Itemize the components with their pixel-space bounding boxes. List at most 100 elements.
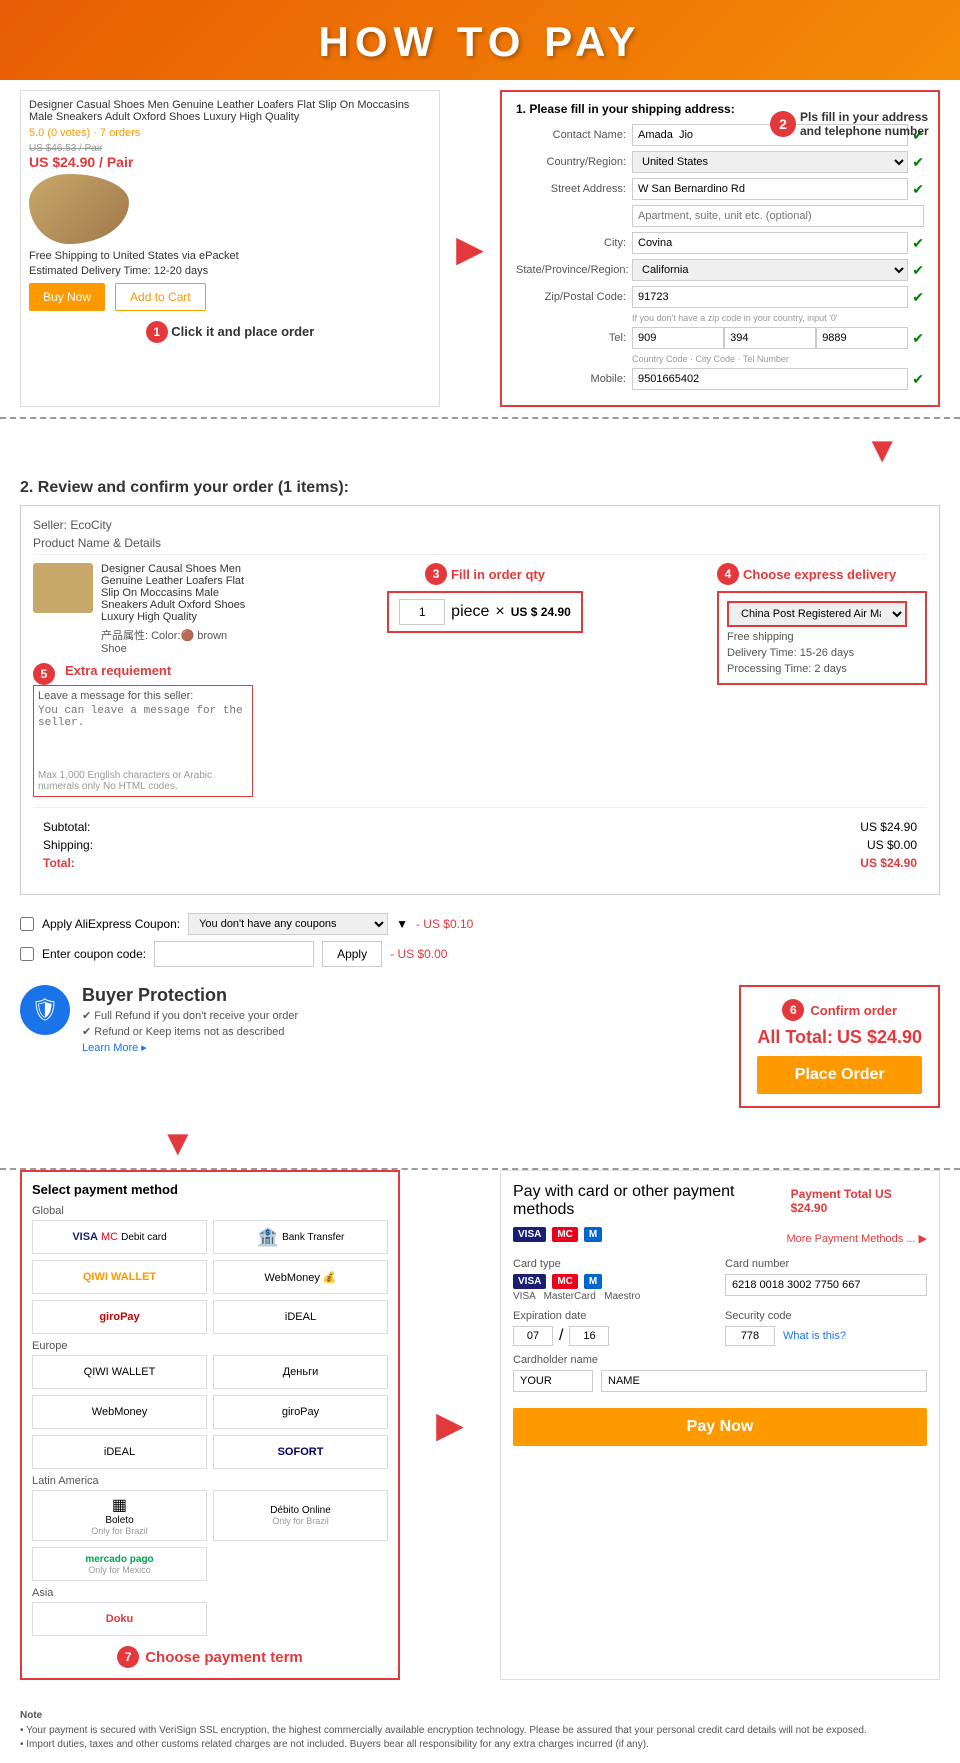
product-name-text: Designer Causal Shoes Men Genuine Leathe… [101,563,253,623]
payment-section: Select payment method Global VISA MC Deb… [0,1170,960,1700]
qty-input[interactable] [399,599,445,625]
arrow-down-payment: ▼ [0,1118,960,1168]
choose-payment-circle: 7 [117,1646,139,1668]
delivery-label: Choose express delivery [743,567,896,582]
method-ideal-eu[interactable]: iDEAL [32,1435,207,1469]
delivery-num-circle: 4 [717,563,739,585]
tel-input-2[interactable] [724,327,816,349]
payment-right: Pay with card or other payment methods P… [500,1170,940,1680]
shipping-row: Shipping: US $0.00 [33,836,927,854]
subtotal-value: US $24.90 [860,820,917,834]
product-rating: 5.0 (0 votes) · 7 orders [29,127,431,139]
tel-input-1[interactable] [632,327,724,349]
method-mercado[interactable]: mercado pago Only for Mexico [32,1547,207,1581]
asia-methods: Doku [32,1602,388,1636]
step1-form-wrapper: 1. Please fill in your shipping address:… [500,90,940,407]
all-total-value: US $24.90 [837,1027,922,1047]
method-qiwi[interactable]: QIWI WALLET [32,1260,207,1294]
more-methods-link[interactable]: More Payment Methods ... ▶ [786,1232,927,1245]
aliexpress-coupon-label: Apply AliExpress Coupon: [42,917,180,931]
product-col: Designer Causal Shoes Men Genuine Leathe… [33,563,253,797]
buy-now-button[interactable]: Buy Now [29,283,105,311]
country-label: Country/Region: [516,156,626,168]
exp-year-input[interactable] [569,1326,609,1346]
payment-total: Payment Total US $24.90 [791,1187,927,1215]
message-textarea[interactable] [38,705,248,765]
step1-product-listing: Designer Casual Shoes Men Genuine Leathe… [20,90,440,407]
buyer-text: Buyer Protection ✔ Full Refund if you do… [82,985,298,1056]
apply-button[interactable]: Apply [322,941,382,967]
click-label-text: Click it and place order [171,324,314,339]
city-input[interactable] [632,232,908,254]
check-icon-mobile: ✔ [912,371,924,388]
method-webmoney[interactable]: WebMoney 💰 [213,1260,388,1294]
method-doku[interactable]: Doku [32,1602,207,1636]
method-visa[interactable]: VISA MC Debit card [32,1220,207,1254]
cardholder-first-input[interactable] [513,1370,593,1392]
coupon-code-input[interactable] [154,941,314,967]
doku-text: Doku [106,1613,134,1625]
message-hint: Max 1,000 English characters or Arabic n… [38,770,248,792]
learn-more-link[interactable]: Learn More ▸ [82,1042,147,1054]
what-is-this-link[interactable]: What is this? [783,1330,846,1342]
method-giropay[interactable]: giroPay [32,1300,207,1334]
zip-input[interactable] [632,286,908,308]
security-code-input[interactable] [725,1326,775,1346]
country-select[interactable]: United States [632,151,908,173]
processing-time: Processing Time: 2 days [727,663,917,675]
shipping-value: US $0.00 [867,838,917,852]
street-row: Street Address: ✔ [516,178,924,200]
extra-label: Extra requiement [65,663,171,678]
exp-month-input[interactable] [513,1326,553,1346]
confirm-section: 🛡 Buyer Protection ✔ Full Refund if you … [0,975,960,1118]
street-input[interactable] [632,178,908,200]
method-giropay-eu[interactable]: giroPay [213,1395,388,1429]
maestro-logo: M [584,1227,602,1242]
debito-text: Débito Online Only for Brazil [270,1505,331,1526]
cardholder-label: Cardholder name [513,1354,927,1366]
latin-methods: ▦ Boleto Only for Brazil Débito Online O… [32,1490,388,1581]
totals-section: Subtotal: US $24.90 Shipping: US $0.00 T… [33,807,927,882]
coupon-code-checkbox[interactable] [20,947,34,961]
mc-text: MC [101,1231,118,1243]
method-ideal[interactable]: iDEAL [213,1300,388,1334]
step1-note-num: 2 [770,111,796,137]
tel-input-3[interactable] [816,327,908,349]
delivery-method-select[interactable]: China Post Registered Air Mail [727,601,907,627]
city-label: City: [516,237,626,249]
product-description: Designer Causal Shoes Men Genuine Leathe… [101,563,253,655]
cardholder-last-input[interactable] [601,1370,927,1392]
method-webmoney-eu[interactable]: WebMoney [32,1395,207,1429]
card-number-label: Card number [725,1258,927,1270]
card-logos-row: VISA MC M More Payment Methods ... ▶ [513,1227,927,1250]
method-qiwi-eu[interactable]: QIWI WALLET [32,1355,207,1389]
method-dengi[interactable]: Деньги [213,1355,388,1389]
place-order-button[interactable]: Place Order [757,1056,922,1094]
apt-input[interactable] [632,205,924,227]
apt-row [516,205,924,227]
mc-card-type: MC [552,1274,578,1289]
coupon-select[interactable]: You don't have any coupons [188,913,388,935]
ideal-eu-text: iDEAL [104,1446,135,1458]
check-icon-state: ✔ [912,262,924,279]
mobile-input[interactable] [632,368,908,390]
method-boleto[interactable]: ▦ Boleto Only for Brazil [32,1490,207,1541]
sofort-text: SOFORT [278,1446,324,1458]
add-to-cart-button[interactable]: Add to Cart [115,283,206,311]
bank-icon: 🏦 [257,1227,279,1248]
method-bank[interactable]: 🏦 Bank Transfer [213,1220,388,1254]
method-debito[interactable]: Débito Online Only for Brazil [213,1490,388,1541]
method-sofort[interactable]: SOFORT [213,1435,388,1469]
card-logos: VISA MC M [513,1227,602,1242]
qty-symbol: × [495,603,504,621]
latin-label: Latin America [32,1475,388,1487]
aliexpress-coupon-checkbox[interactable] [20,917,34,931]
coupon-code-label: Enter coupon code: [42,947,146,961]
payment-right-header: Pay with card or other payment methods P… [513,1183,927,1219]
card-number-input[interactable] [725,1274,927,1296]
dengi-text: Деньги [283,1366,319,1378]
state-select[interactable]: California [632,259,908,281]
pay-now-button[interactable]: Pay Now [513,1408,927,1446]
total-label: Total: [43,856,75,870]
check-icon-country: ✔ [912,154,924,171]
